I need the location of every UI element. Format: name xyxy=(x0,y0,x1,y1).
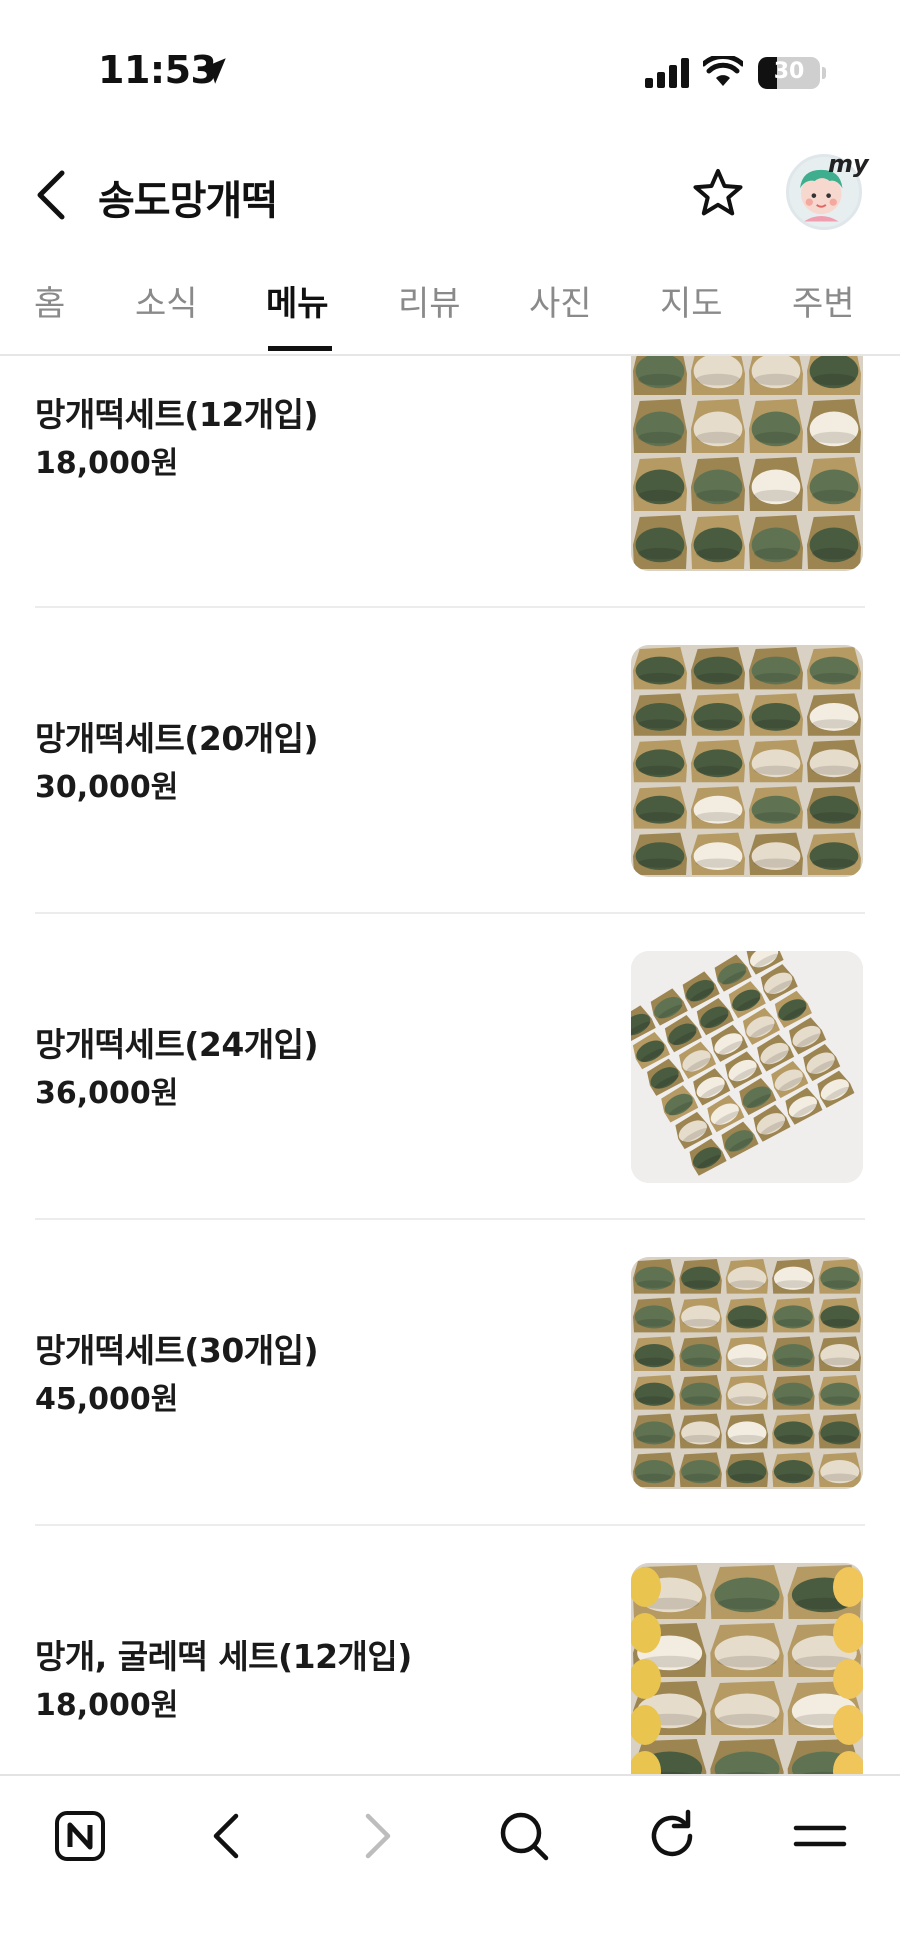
tab-nearby[interactable]: 주변 xyxy=(792,276,855,325)
menu-item[interactable]: 망개떡세트(24개입) 36,000원 xyxy=(0,914,900,1220)
page-header: 송도망개떡 xyxy=(0,140,900,250)
menu-item-price: 18,000원 xyxy=(35,1688,179,1723)
my-badge[interactable]: my xyxy=(828,150,869,178)
tab-map[interactable]: 지도 xyxy=(660,276,723,325)
naver-icon[interactable] xyxy=(48,1804,112,1868)
cellular-signal-icon xyxy=(645,58,689,88)
menu-item-photo[interactable] xyxy=(631,356,863,571)
menu-item-price: 18,000원 xyxy=(35,446,179,481)
rice-cake-photo xyxy=(631,356,863,571)
menu-item[interactable]: 망개떡세트(12개입) 18,000원 xyxy=(0,356,900,608)
back-icon[interactable] xyxy=(196,1804,260,1868)
forward-icon xyxy=(365,1813,391,1859)
menu-item-price: 30,000원 xyxy=(35,770,179,805)
menu-item-price: 45,000원 xyxy=(35,1382,179,1417)
refresh-icon[interactable] xyxy=(640,1804,704,1868)
tab-review[interactable]: 리뷰 xyxy=(398,276,461,325)
menu-item-photo[interactable] xyxy=(631,951,863,1183)
tab-bar: 홈 소식 메뉴 리뷰 사진 지도 주변 xyxy=(0,250,900,356)
status-bar: 11:53 30 xyxy=(0,0,900,140)
menu-icon[interactable] xyxy=(788,1804,852,1868)
battery-level: 30 xyxy=(773,59,805,84)
tab-photo[interactable]: 사진 xyxy=(529,276,592,325)
menu-item-name: 망개, 굴레떡 세트(12개입) xyxy=(35,1637,412,1676)
menu-item-photo[interactable] xyxy=(631,645,863,877)
battery-icon: 30 xyxy=(758,57,820,89)
menu-item-name: 망개떡세트(30개입) xyxy=(35,1331,319,1370)
browser-bottom-bar xyxy=(0,1774,900,1957)
location-arrow-icon xyxy=(200,58,226,84)
back-button[interactable] xyxy=(28,165,76,225)
menu-item[interactable]: 망개, 굴레떡 세트(12개입) 18,000원 xyxy=(0,1526,900,1774)
menu-item-name: 망개떡세트(24개입) xyxy=(35,1025,319,1064)
menu-item[interactable]: 망개떡세트(30개입) 45,000원 xyxy=(0,1220,900,1526)
tab-news[interactable]: 소식 xyxy=(135,276,198,325)
menu-item-name: 망개떡세트(20개입) xyxy=(35,719,319,758)
menu-item-price: 36,000원 xyxy=(35,1076,179,1111)
menu-item-photo[interactable] xyxy=(631,1257,863,1489)
wifi-icon xyxy=(703,56,743,86)
menu-item-photo[interactable] xyxy=(631,1563,863,1774)
favorite-star-button[interactable] xyxy=(690,166,746,222)
menu-item-name: 망개떡세트(12개입) xyxy=(35,395,319,434)
page-title: 송도망개떡 xyxy=(98,178,278,224)
rice-cake-set-photo xyxy=(631,1563,863,1774)
tab-menu[interactable]: 메뉴 xyxy=(266,276,329,325)
search-icon[interactable] xyxy=(492,1804,556,1868)
tab-home[interactable]: 홈 xyxy=(34,276,65,325)
rice-cake-photo xyxy=(631,645,863,877)
menu-list: 망개떡세트(12개입) 18,000원 망개떡세트(20개입) 30,000원 … xyxy=(0,356,900,1774)
battery-nub xyxy=(822,67,826,79)
rice-cake-photo xyxy=(631,1257,863,1489)
active-tab-underline xyxy=(268,346,332,351)
menu-item[interactable]: 망개떡세트(20개입) 30,000원 xyxy=(0,608,900,914)
rice-cake-box-photo xyxy=(631,951,863,1183)
